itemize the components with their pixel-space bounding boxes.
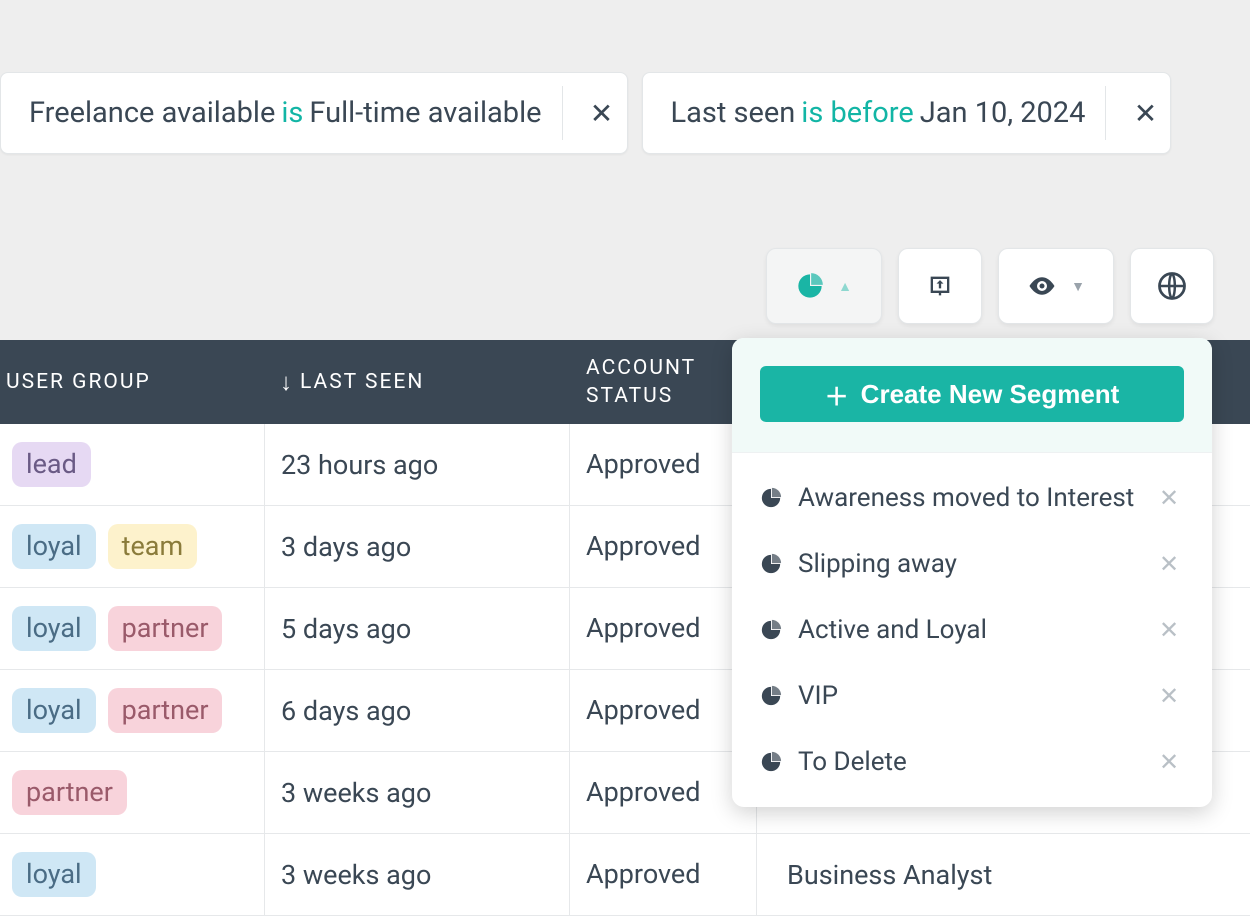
cell-last-seen: 5 days ago: [264, 588, 570, 669]
segment-icon: [796, 272, 824, 300]
column-header-user-group[interactable]: USER GROUP: [0, 370, 264, 394]
tag-partner: partner: [12, 770, 127, 814]
segment-label: To Delete: [798, 747, 1138, 777]
segment-label: Active and Loyal: [798, 615, 1138, 645]
filter-operator: is: [281, 96, 303, 130]
cell-account-status: Approved: [570, 588, 756, 669]
tag-loyal: loyal: [12, 524, 96, 568]
sort-desc-icon: ↓: [280, 368, 294, 397]
segment-item[interactable]: Slipping away ✕: [732, 531, 1212, 597]
column-label: STATUS: [586, 384, 673, 408]
segment-label: Slipping away: [798, 549, 1138, 579]
segment-label: Awareness moved to Interest: [798, 483, 1138, 513]
create-segment-button[interactable]: ＋ Create New Segment: [760, 366, 1184, 422]
segment-icon: [760, 553, 782, 575]
divider: [562, 86, 563, 140]
segments-dropdown: ＋ Create New Segment Awareness moved to …: [732, 338, 1212, 807]
tag-team: team: [108, 524, 198, 568]
caret-up-icon: ▲: [838, 278, 852, 295]
tag-loyal: loyal: [12, 688, 96, 732]
visibility-button[interactable]: ▼: [998, 248, 1114, 324]
remove-segment-icon[interactable]: ✕: [1154, 550, 1184, 578]
filter-value: Full-time available: [309, 96, 541, 130]
segment-icon: [760, 619, 782, 641]
segment-item[interactable]: To Delete ✕: [732, 729, 1212, 795]
tag-loyal: loyal: [12, 606, 96, 650]
eye-icon: [1027, 271, 1057, 301]
segment-label: VIP: [798, 681, 1138, 711]
tag-partner: partner: [108, 606, 223, 650]
toolbar: ▲ ▼: [0, 154, 1250, 340]
table-row[interactable]: loyal 3 weeks agoApprovedBusiness Analyst: [0, 834, 1250, 916]
remove-segment-icon[interactable]: ✕: [1154, 484, 1184, 512]
create-segment-label: Create New Segment: [861, 379, 1120, 410]
segments-list: Awareness moved to Interest✕Slipping awa…: [732, 453, 1212, 807]
cell-account-status: Approved: [570, 834, 756, 915]
plus-icon: ＋: [825, 377, 849, 412]
export-button[interactable]: [898, 248, 982, 324]
cell-user-group: lead: [0, 442, 264, 486]
cell-role: Business Analyst: [756, 834, 1250, 915]
cell-account-status: Approved: [570, 752, 756, 833]
segment-icon: [760, 685, 782, 707]
filter-field: Freelance available: [29, 96, 275, 130]
cell-last-seen: 3 weeks ago: [264, 834, 570, 915]
cell-user-group: loyal partner: [0, 688, 264, 732]
filter-chip-last-seen[interactable]: Last seen is before Jan 10, 2024 ✕: [642, 72, 1172, 154]
close-icon[interactable]: ✕: [577, 73, 627, 153]
cell-user-group: partner: [0, 770, 264, 814]
remove-segment-icon[interactable]: ✕: [1154, 616, 1184, 644]
filter-field: Last seen: [671, 96, 796, 130]
cell-user-group: loyal team: [0, 524, 264, 568]
caret-down-icon: ▼: [1071, 278, 1085, 295]
segment-icon: [760, 487, 782, 509]
filter-operator: is before: [801, 96, 913, 130]
globe-icon: [1157, 271, 1187, 301]
cell-account-status: Approved: [570, 506, 756, 587]
segments-button[interactable]: ▲: [766, 248, 882, 324]
cell-last-seen: 3 days ago: [264, 506, 570, 587]
column-label: LAST SEEN: [300, 370, 424, 394]
globe-button[interactable]: [1130, 248, 1214, 324]
tag-lead: lead: [12, 442, 91, 486]
segment-item[interactable]: VIP ✕: [732, 663, 1212, 729]
remove-segment-icon[interactable]: ✕: [1154, 682, 1184, 710]
cell-account-status: Approved: [570, 424, 756, 505]
remove-segment-icon[interactable]: ✕: [1154, 748, 1184, 776]
divider: [1105, 86, 1106, 140]
cell-last-seen: 6 days ago: [264, 670, 570, 751]
segment-item[interactable]: Awareness moved to Interest ✕: [732, 465, 1212, 531]
column-header-account-status[interactable]: ACCOUNT STATUS: [570, 354, 756, 411]
filter-chip-freelance[interactable]: Freelance available is Full-time availab…: [0, 72, 628, 154]
close-icon[interactable]: ✕: [1120, 73, 1170, 153]
cell-last-seen: 23 hours ago: [264, 424, 570, 505]
segment-item[interactable]: Active and Loyal ✕: [732, 597, 1212, 663]
cell-user-group: loyal: [0, 852, 264, 896]
column-label: ACCOUNT: [586, 356, 696, 380]
export-icon: [926, 272, 954, 300]
filter-bar: Freelance available is Full-time availab…: [0, 0, 1250, 154]
tag-loyal: loyal: [12, 852, 96, 896]
dropdown-header: ＋ Create New Segment: [732, 338, 1212, 453]
cell-account-status: Approved: [570, 670, 756, 751]
column-header-last-seen[interactable]: ↓ LAST SEEN: [264, 368, 570, 397]
segment-icon: [760, 751, 782, 773]
cell-last-seen: 3 weeks ago: [264, 752, 570, 833]
cell-user-group: loyal partner: [0, 606, 264, 650]
tag-partner: partner: [108, 688, 223, 732]
filter-value: Jan 10, 2024: [920, 96, 1086, 130]
